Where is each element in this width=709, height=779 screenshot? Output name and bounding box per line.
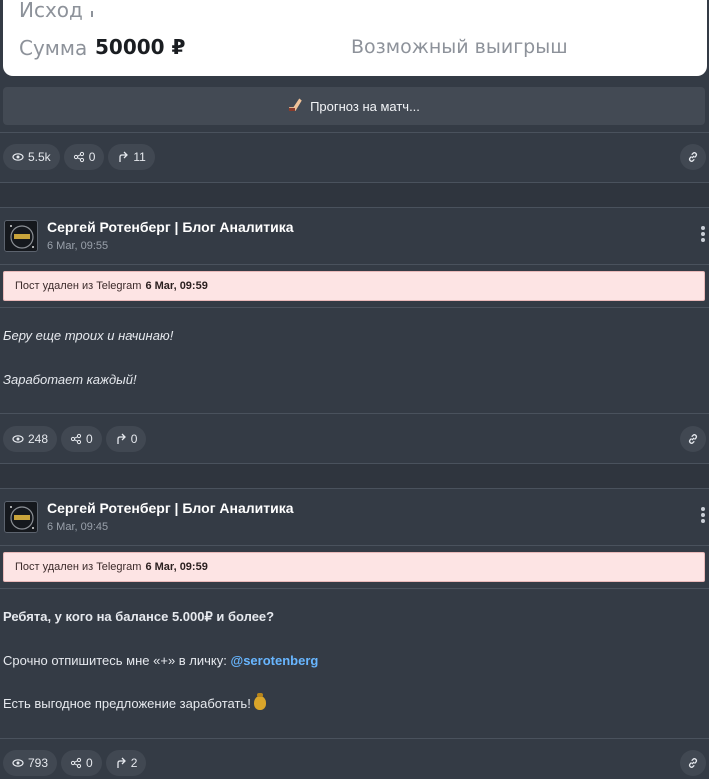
forwards-counter[interactable]: 11: [108, 144, 155, 170]
mention-link[interactable]: @serotenberg: [231, 653, 319, 668]
divider: [0, 738, 709, 739]
post-text-line: Беру еще троих и начинаю!: [3, 328, 174, 343]
stats-row: 5.5k 0 11: [3, 144, 155, 170]
post-text-prefix: Срочно отпишитесь мне «+» в личку:: [3, 653, 227, 668]
forwards-count: 0: [130, 432, 138, 446]
views-counter[interactable]: 248: [3, 426, 58, 452]
divider: [0, 588, 709, 589]
stats-row: 248 0 0: [3, 426, 147, 452]
views-count: 5.5k: [28, 150, 51, 164]
link-icon: [688, 434, 698, 444]
deleted-notice-time: 6 Mar, 09:59: [145, 561, 208, 573]
eye-icon: [12, 759, 24, 767]
author-name[interactable]: Сергей Ротенберг | Блог Аналитика: [47, 219, 294, 235]
divider: [0, 413, 709, 414]
shares-count: 0: [86, 432, 93, 446]
post-separator: [0, 464, 709, 488]
post-text-line: Ребята, у кого на балансе 5.000₽ и более…: [3, 609, 275, 624]
divider: [0, 264, 709, 265]
post-text-line: Заработает каждый!: [3, 372, 137, 387]
shares-count: 0: [86, 756, 93, 770]
post-time: 6 Mar, 09:45: [47, 521, 109, 533]
views-counter[interactable]: 793: [3, 750, 58, 776]
views-count: 248: [28, 432, 49, 446]
post-text-line: Срочно отпишитесь мне «+» в личку: @sero…: [3, 653, 318, 668]
deleted-notice: Пост удален из Telegram 6 Mar, 09:59: [3, 271, 705, 301]
bet-sum-label: Сумма: [19, 36, 88, 60]
forward-icon: [117, 433, 126, 444]
forwards-count: 2: [130, 756, 138, 770]
shares-counter[interactable]: 0: [61, 750, 102, 776]
forwards-counter[interactable]: 0: [105, 426, 147, 452]
forecast-button-label: Прогноз на матч...: [310, 98, 420, 114]
post-header: Сергей Ротенберг | Блог Аналитика 6 Mar,…: [3, 488, 709, 544]
author-name[interactable]: Сергей Ротенберг | Блог Аналитика: [47, 500, 294, 516]
copy-link-button[interactable]: [680, 144, 706, 170]
post-time: 6 Mar, 09:55: [47, 240, 109, 252]
possible-win-label: Возможный выигрыш: [351, 36, 568, 58]
copy-link-button[interactable]: [680, 750, 706, 776]
stats-row: 793 0 2: [3, 750, 147, 776]
link-icon: [688, 152, 698, 162]
deleted-notice-time: 6 Mar, 09:59: [145, 280, 208, 292]
copy-link-button[interactable]: [680, 426, 706, 452]
hockey-stick-icon: [288, 98, 304, 115]
forwards-count: 11: [133, 150, 146, 164]
forward-icon: [117, 757, 126, 768]
divider: [0, 307, 709, 308]
deleted-notice-text: Пост удален из Telegram: [15, 561, 142, 573]
more-options-icon[interactable]: [700, 226, 706, 244]
forecast-button[interactable]: Прогноз на матч...: [3, 87, 705, 125]
more-options-icon[interactable]: [700, 507, 706, 525]
forward-icon: [119, 151, 129, 162]
views-count: 793: [28, 756, 49, 770]
deleted-notice-text: Пост удален из Telegram: [15, 280, 142, 292]
post-text-content: Есть выгодное предложение заработать!: [3, 696, 251, 711]
bet-outcome-label: Исход: [19, 0, 97, 22]
post-separator: [0, 183, 709, 207]
shares-counter[interactable]: 0: [63, 144, 105, 170]
divider: [0, 545, 709, 546]
share-icon: [70, 433, 82, 445]
post-header: Сергей Ротенберг | Блог Аналитика 6 Mar,…: [3, 207, 709, 263]
eye-icon: [12, 153, 24, 161]
link-icon: [688, 758, 698, 768]
forwards-counter[interactable]: 2: [105, 750, 147, 776]
shares-count: 0: [88, 150, 96, 164]
money-bag-icon: [253, 693, 266, 710]
shares-counter[interactable]: 0: [61, 426, 102, 452]
avatar[interactable]: [4, 501, 38, 533]
share-icon: [73, 151, 84, 163]
avatar[interactable]: [4, 220, 38, 252]
eye-icon: [12, 435, 24, 443]
bet-sum-value: 50000 ₽: [95, 35, 186, 59]
bet-card: Исход Сумма 50000 ₽ Возможный выигрыш: [3, 0, 707, 76]
divider: [0, 132, 709, 133]
post-text-line: Есть выгодное предложение заработать!: [3, 693, 266, 711]
deleted-notice: Пост удален из Telegram 6 Mar, 09:59: [3, 552, 705, 582]
share-icon: [70, 757, 82, 769]
views-counter[interactable]: 5.5k: [3, 144, 60, 170]
